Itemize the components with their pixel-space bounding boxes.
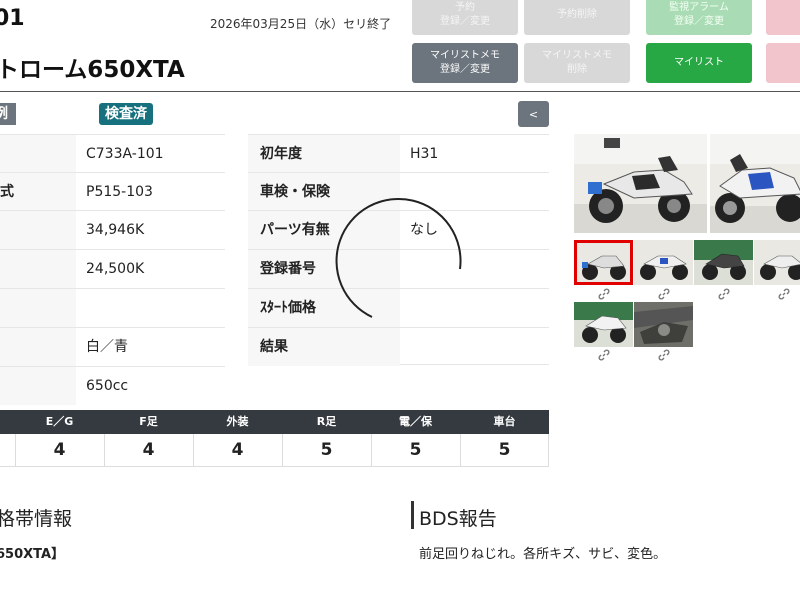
inspected-badge: 検査済: [99, 103, 153, 125]
model-name: トローム650XTA: [0, 57, 185, 83]
thumbnail-4[interactable]: [754, 240, 800, 285]
collapse-button[interactable]: <: [518, 101, 549, 127]
spec-value: P515-103: [86, 184, 153, 200]
button-label: 予約: [455, 2, 475, 13]
thumbnail-5[interactable]: [574, 302, 633, 347]
link-icon[interactable]: [598, 349, 610, 361]
motorcycle-photo-icon: [634, 302, 693, 347]
button-label: 監視アラーム: [669, 2, 729, 13]
header-divider: [0, 91, 800, 92]
button-label: マイリストメモ: [430, 50, 500, 61]
main-photo-left[interactable]: [574, 134, 707, 233]
link-icon[interactable]: [658, 288, 670, 300]
grade-header: 車台: [493, 415, 516, 428]
motorcycle-photo-icon: [694, 240, 753, 285]
grade-table-header: E／G F足 外装 R足 電／保 車台: [0, 410, 549, 434]
watch-alarm-button[interactable]: 監視アラーム 登録／変更: [646, 0, 752, 35]
table-row: 650cc: [0, 366, 225, 405]
bds-report-text: 前足回りねじれ。各所キズ、サビ、変色。: [419, 547, 667, 562]
link-icon[interactable]: [718, 288, 730, 300]
grade-value: 5: [320, 440, 333, 460]
button-label: 予約削除: [557, 9, 597, 20]
mylist-memo-delete-button[interactable]: マイリストメモ 削除: [524, 43, 630, 83]
button-label: マイリスト: [674, 57, 724, 68]
grade-header: 外装: [226, 415, 249, 428]
link-icon[interactable]: [778, 288, 790, 300]
extra-pink-button-bottom[interactable]: [766, 43, 800, 83]
spec-value: 34,946K: [86, 222, 145, 238]
mylist-memo-register-button[interactable]: マイリストメモ 登録／変更: [412, 43, 518, 83]
button-label: 登録／変更: [440, 16, 490, 27]
main-photo-right[interactable]: [710, 134, 800, 233]
grade-value: 4: [53, 440, 66, 460]
table-row: 式 P515-103: [0, 172, 225, 211]
spec-label: 式: [0, 173, 76, 211]
mylist-button[interactable]: マイリスト: [646, 43, 752, 83]
spec-label: [0, 289, 76, 327]
spec-label: [0, 367, 76, 405]
loading-spinner-icon: [335, 197, 462, 318]
reserve-register-button[interactable]: 予約 登録／変更: [412, 0, 518, 35]
motorcycle-photo-icon: [574, 134, 707, 233]
lot-detail-page: 01 2026年03月25日（水）セリ終了 トローム650XTA 予約 登録／変…: [0, 0, 800, 600]
spec-label: [0, 250, 76, 288]
table-row: C733A-101: [0, 134, 225, 173]
spec-value: H31: [410, 146, 439, 162]
grade-value: 4: [231, 440, 244, 460]
grade-table-values: 4 4 4 5 5 5: [0, 434, 549, 467]
thumbnail-2[interactable]: [634, 240, 693, 285]
button-label: 登録／変更: [674, 16, 724, 27]
motorcycle-photo-icon: [574, 302, 633, 347]
spec-label: [0, 211, 76, 249]
bds-report-title: BDS報告: [419, 508, 497, 530]
spec-label: 初年度: [248, 135, 400, 173]
grade-header: 電／保: [399, 415, 432, 428]
table-row: 初年度 H31: [248, 134, 549, 173]
thumbnail-1[interactable]: [574, 240, 633, 285]
lot-number: 01: [0, 6, 25, 31]
grade-value: 5: [409, 440, 422, 460]
extra-pink-button-top[interactable]: [766, 0, 800, 35]
spec-label: [0, 328, 76, 366]
thumbnail-6[interactable]: [634, 302, 693, 347]
reserve-delete-button[interactable]: 予約削除: [524, 0, 630, 35]
table-row: [0, 288, 225, 327]
button-label: 削除: [567, 64, 587, 75]
motorcycle-photo-icon: [710, 134, 800, 233]
table-row: 34,946K: [0, 210, 225, 249]
grade-header: [0, 410, 15, 434]
spec-value: 24,500K: [86, 261, 145, 277]
spec-label: [0, 135, 76, 173]
spec-label: 結果: [248, 328, 400, 366]
spec-value: C733A-101: [86, 146, 164, 162]
section-accent-bar: [411, 501, 414, 529]
grade-header: F足: [139, 415, 158, 428]
link-icon[interactable]: [598, 288, 610, 300]
auction-end-date: 2026年03月25日（水）セリ終了: [210, 17, 392, 31]
price-band-title: 格帯情報: [0, 508, 73, 530]
button-label: マイリストメモ: [542, 50, 612, 61]
button-label: 登録／変更: [440, 64, 490, 75]
motorcycle-photo-icon: [574, 240, 633, 285]
table-row: 結果: [248, 327, 549, 366]
price-band-subtitle: 650XTA】: [0, 547, 65, 562]
grade-value: 5: [498, 440, 511, 460]
spec-value: 白／青: [86, 339, 128, 355]
motorcycle-photo-icon: [754, 240, 800, 285]
thumbnail-3[interactable]: [694, 240, 753, 285]
example-badge: 例: [0, 103, 16, 125]
spec-value: 650cc: [86, 378, 129, 394]
grade-header: R足: [316, 415, 337, 428]
table-row: 白／青: [0, 327, 225, 366]
grade-value: [0, 434, 15, 467]
link-icon[interactable]: [658, 349, 670, 361]
grade-value: 4: [142, 440, 155, 460]
grade-header: E／G: [45, 415, 74, 428]
motorcycle-photo-icon: [634, 240, 693, 285]
table-row: 24,500K: [0, 249, 225, 288]
